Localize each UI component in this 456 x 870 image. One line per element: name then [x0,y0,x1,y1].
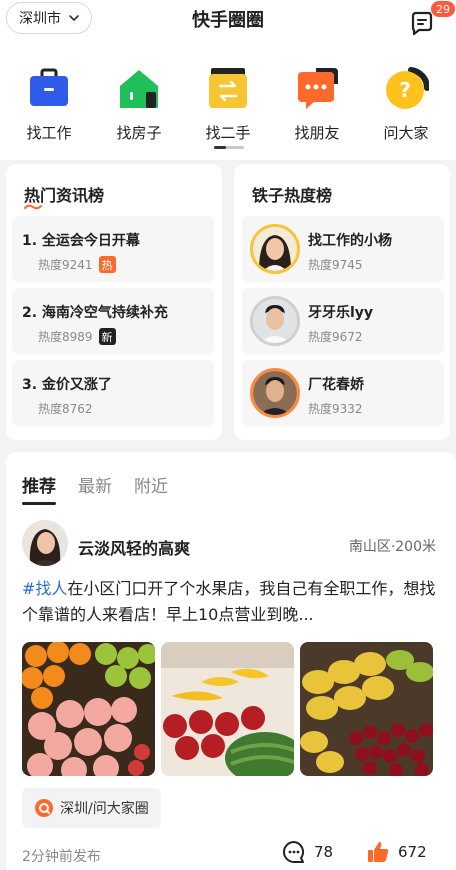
page-title: 快手圈圈 [192,10,264,31]
feed-section: 推荐 最新 附近 云淡风轻的高爽 南山区·200米 #找人在小区门口开了个水果店… [6,452,456,870]
hot-tag-badge: 热 [98,256,116,273]
svg-text:?: ? [399,78,411,102]
category-row: 找工作 找房子 找二手 找朋友 ? 问大家 [0,66,456,156]
hot-news-heat: 热度8989 [38,330,93,344]
fan-rank-title: 铁子热度榜 [252,186,333,205]
post-body-text: 在小区门口开了个水果店，我自己有全职工作，想找个靠谱的人来看店！早上10点营业到… [22,579,436,624]
comment-count: 78 [314,843,334,861]
briefcase-icon [26,66,72,112]
hot-news-text: 1. 全运会今日开幕 [22,233,140,249]
circle-tag-label: 深圳/问大家圈 [60,801,149,817]
post-content[interactable]: #找人在小区门口开了个水果店，我自己有全职工作，想找个靠谱的人来看店！早上10点… [22,576,440,628]
category-ask-everyone[interactable]: ? 问大家 [362,66,450,143]
category-label: 问大家 [383,124,429,142]
post-hashtag[interactable]: #找人 [22,579,67,598]
post-photo-bananas-apples[interactable] [161,642,294,776]
post-time: 2分钟前发布 [22,849,101,865]
hot-news-text: 2. 海南冷空气持续补充 [22,305,168,321]
hot-news-text: 3. 金价又涨了 [22,377,112,393]
post-photo-oranges-peaches[interactable] [22,642,155,776]
user-name: 厂花春娇 [308,377,364,393]
user-name: 牙牙乐lyy [308,305,374,321]
user-heat: 热度9745 [308,258,363,272]
fan-rank-item[interactable]: 牙牙乐lyy 热度9672 [242,288,444,354]
tab-recommend[interactable]: 推荐 [22,472,56,505]
hot-news-heat: 热度8762 [38,402,93,416]
post-author-name[interactable]: 云淡风轻的高爽 [78,535,190,559]
message-count-badge: 29 [430,0,456,18]
chat-bubble-icon [294,66,340,112]
category-label: 找朋友 [294,124,340,142]
category-label: 找工作 [26,124,72,142]
hot-news-item[interactable]: 3. 金价又涨了 热度8762 [12,360,214,426]
tab-latest[interactable]: 最新 [78,472,112,497]
house-icon [116,66,162,112]
title-underline-icon [24,204,42,210]
question-icon: ? [383,66,431,112]
comment-icon [283,841,305,863]
avatar [250,296,300,346]
avatar [250,224,300,274]
tab-nearby[interactable]: 附近 [134,472,168,497]
fan-rank-item[interactable]: 厂花春娇 热度9332 [242,360,444,426]
category-find-house[interactable]: 找房子 [95,66,183,143]
hot-news-item[interactable]: 2. 海南冷空气持续补充 热度8989 新 [12,288,214,354]
circle-location-icon [35,799,53,817]
post-author-avatar[interactable] [22,520,68,566]
category-scroll-indicator [214,146,244,149]
category-label: 找房子 [116,124,162,142]
feed-tabs: 推荐 最新 附近 [22,472,168,505]
category-find-friends[interactable]: 找朋友 [273,66,361,143]
hot-news-title: 热门资讯榜 [24,186,105,205]
avatar [250,368,300,418]
like-count: 672 [398,843,427,861]
fan-rank-item[interactable]: 找工作的小杨 热度9745 [242,216,444,282]
post-photos [22,642,433,776]
user-heat: 热度9672 [308,330,363,344]
circle-tag-button[interactable]: 深圳/问大家圈 [22,788,161,828]
user-heat: 热度9332 [308,402,363,416]
hot-news-heat: 热度9241 [38,258,93,272]
hot-news-item[interactable]: 1. 全运会今日开幕 热度9241 热 [12,216,214,282]
category-second-hand[interactable]: 找二手 [184,66,272,143]
category-label: 找二手 [205,124,251,142]
category-find-job[interactable]: 找工作 [5,66,93,143]
comment-button[interactable]: 78 [282,840,333,864]
thumbs-up-icon [368,842,389,862]
new-tag-badge: 新 [98,328,116,345]
fan-rank-panel: 铁子热度榜 找工作的小杨 热度9745 牙牙乐lyy 热度9672 厂花春娇 热… [234,164,450,440]
top-header-area: 深圳市 快手圈圈 29 找工作 找房子 找二手 找朋友 ? 问大家 [0,0,456,160]
like-button[interactable]: 672 [366,840,427,864]
post-location: 南山区·200米 [348,539,436,555]
user-name: 找工作的小杨 [308,233,392,249]
post-photo-mangoes-cherries[interactable] [300,642,433,776]
exchange-box-icon [205,66,251,112]
hot-news-panel: 热门资讯榜 1. 全运会今日开幕 热度9241 热 2. 海南冷空气持续补充 热… [6,164,222,440]
